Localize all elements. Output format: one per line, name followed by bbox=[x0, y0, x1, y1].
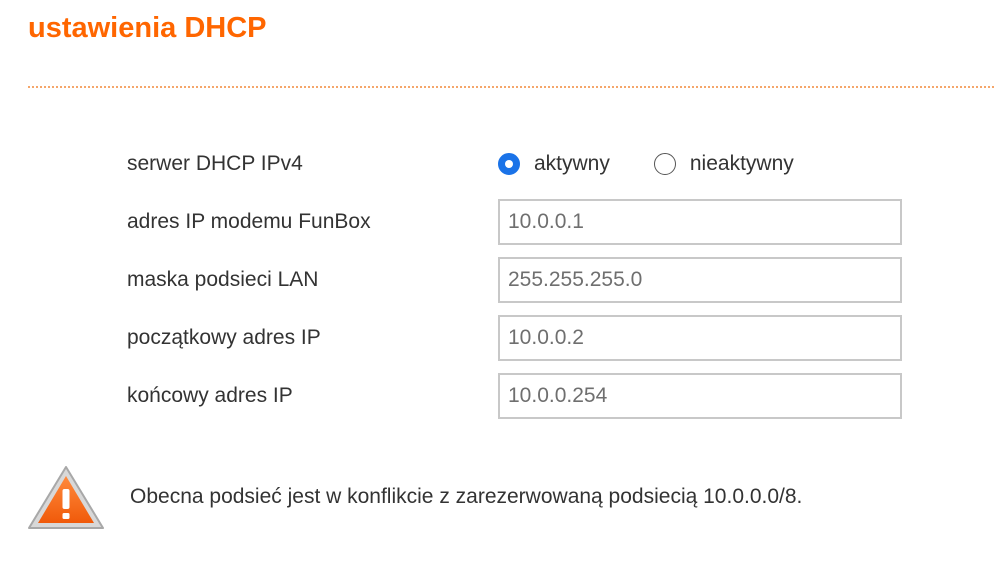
dhcp-server-row: serwer DHCP IPv4 aktywny nieaktywny bbox=[127, 141, 902, 187]
end-ip-input[interactable] bbox=[498, 373, 902, 419]
start-ip-row: początkowy adres IP bbox=[127, 315, 902, 361]
modem-ip-row: adres IP modemu FunBox bbox=[127, 199, 902, 245]
radio-button-inactive[interactable] bbox=[653, 153, 676, 175]
end-ip-label: końcowy adres IP bbox=[127, 384, 293, 407]
dhcp-server-label: serwer DHCP IPv4 bbox=[127, 152, 303, 175]
lan-mask-row: maska podsieci LAN bbox=[127, 257, 902, 303]
modem-ip-label: adres IP modemu FunBox bbox=[127, 210, 371, 233]
radio-option-inactive[interactable]: nieaktywny bbox=[653, 152, 794, 176]
lan-mask-label: maska podsieci LAN bbox=[127, 268, 319, 291]
dotted-divider bbox=[28, 86, 994, 88]
page-title: ustawienia DHCP bbox=[28, 12, 267, 44]
radio-label-active[interactable]: aktywny bbox=[534, 152, 610, 176]
radio-option-active[interactable]: aktywny bbox=[498, 152, 610, 176]
lan-mask-input[interactable] bbox=[498, 257, 902, 303]
end-ip-row: końcowy adres IP bbox=[127, 373, 902, 419]
radio-button-active[interactable] bbox=[498, 153, 520, 175]
radio-label-inactive[interactable]: nieaktywny bbox=[690, 152, 794, 176]
start-ip-label: początkowy adres IP bbox=[127, 326, 321, 349]
warning-triangle-icon bbox=[24, 462, 108, 532]
start-ip-input[interactable] bbox=[498, 315, 902, 361]
warning-message-box: Obecna podsieć jest w konflikcie z zarez… bbox=[24, 462, 984, 532]
modem-ip-input[interactable] bbox=[498, 199, 902, 245]
warning-text: Obecna podsieć jest w konflikcie z zarez… bbox=[130, 485, 803, 508]
dhcp-server-radio-group: aktywny nieaktywny bbox=[498, 141, 838, 187]
